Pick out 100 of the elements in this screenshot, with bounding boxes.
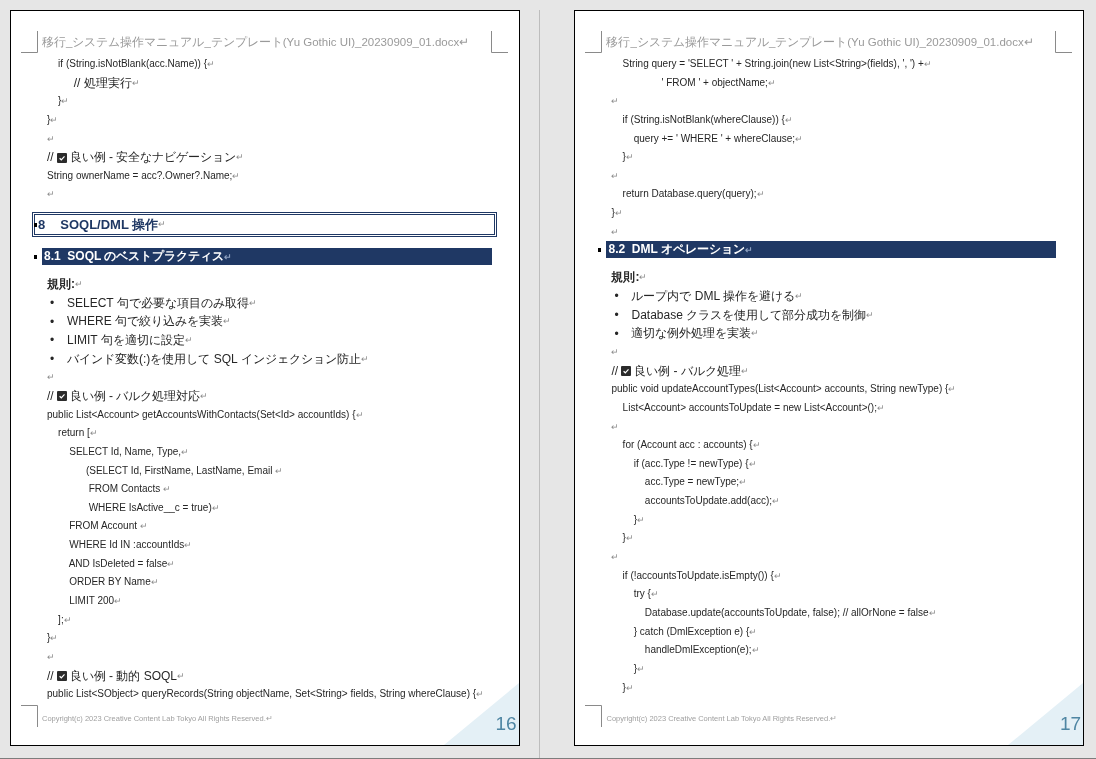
paragraph-marker bbox=[34, 223, 37, 228]
code-line: WHERE IsActive__c = true) bbox=[87, 500, 212, 515]
checkmark-icon bbox=[56, 152, 67, 163]
corner-mark bbox=[585, 705, 603, 727]
paragraph-mark: ↵ bbox=[740, 364, 749, 378]
paragraph-mark: ↵ bbox=[611, 420, 620, 434]
heading-number: 8 bbox=[38, 215, 46, 234]
code-line: acc.Type = newType; bbox=[643, 475, 740, 490]
corner-mark bbox=[585, 31, 603, 53]
code-line: } bbox=[611, 206, 615, 221]
paragraph-mark: ↵ bbox=[767, 76, 776, 90]
paragraph-mark: ↵ bbox=[139, 520, 148, 534]
paragraph-mark: ↵ bbox=[177, 669, 185, 681]
paragraph-mark: ↵ bbox=[61, 95, 70, 109]
paragraph-mark: ↵ bbox=[181, 445, 190, 459]
code-line: public List<SObject> queryRecords(String objectName, Set<String> fields, String whereClause) { bbox=[47, 687, 477, 702]
paragraph-mark: ↵ bbox=[232, 169, 241, 183]
paragraph-mark: ↵ bbox=[150, 576, 159, 590]
paragraph-mark: ↵ bbox=[114, 595, 123, 608]
bullet-mark: • bbox=[50, 295, 56, 313]
corner-mark bbox=[21, 705, 38, 727]
code-line: if (String.isNotBlank(acc.Name)) { bbox=[57, 57, 208, 71]
code-line: (SELECT Id, FirstName, LastName, Email bbox=[84, 463, 274, 478]
bullet-mark: • bbox=[614, 325, 620, 343]
code-line: } catch (DmlException e) { bbox=[632, 624, 750, 639]
paragraph-mark: ↵ bbox=[47, 132, 55, 146]
comment-text: 良い例 - バルク処理対応 bbox=[69, 387, 201, 405]
paragraph-mark: ↵ bbox=[866, 308, 875, 320]
paragraph-mark: ↵ bbox=[795, 132, 804, 146]
paragraph-mark: ↵ bbox=[923, 58, 932, 71]
code-line: } bbox=[621, 150, 626, 165]
bullet-mark: • bbox=[614, 307, 620, 324]
code-line: return Database.query(query); bbox=[621, 187, 757, 202]
bullet-mark: • bbox=[50, 351, 56, 368]
rules-label: 規則: bbox=[611, 269, 640, 287]
paragraph-mark: ↵ bbox=[236, 151, 245, 165]
code-line: } bbox=[632, 512, 638, 527]
corner-mark bbox=[1055, 31, 1073, 53]
paragraph-mark: ↵ bbox=[749, 625, 758, 639]
paragraph-mark: ↵ bbox=[611, 345, 620, 359]
paragraph-mark: ↵ bbox=[756, 188, 765, 202]
paragraph-mark: ↵ bbox=[611, 169, 620, 183]
code-line: Database.update(accountsToUpdate, false); // allOrNone = false bbox=[643, 605, 929, 620]
paragraph-mark: ↵ bbox=[275, 464, 284, 478]
code-line: query += ' WHERE ' + whereClause; bbox=[632, 131, 796, 146]
bullet-mark: • bbox=[50, 332, 56, 350]
comment-text: 良い例 - 安全なナビゲーション bbox=[69, 149, 237, 167]
list-item-text: 適切な例外処理を実装 bbox=[631, 325, 752, 343]
paragraph-mark: ↵ bbox=[650, 588, 659, 602]
paragraph-mark: ↵ bbox=[47, 371, 55, 385]
code-line: ' FROM ' + objectName; bbox=[660, 75, 768, 90]
paragraph-mark: ↵ bbox=[207, 58, 216, 71]
code-line: } bbox=[621, 531, 626, 546]
paragraph-mark: ↵ bbox=[248, 296, 257, 308]
code-line: } bbox=[47, 112, 51, 127]
paragraph-mark: ↵ bbox=[625, 532, 634, 546]
paragraph-mark: ↵ bbox=[772, 495, 781, 509]
paragraph-marker bbox=[34, 254, 37, 259]
code-line: List<Account> accountsToUpdate = new List<Account>(); bbox=[621, 400, 877, 415]
list-item-text: ループ内で DML 操作を避ける bbox=[631, 288, 796, 306]
code-line: String query = 'SELECT ' + String.join(new List<String>(fields), ', ') + bbox=[621, 57, 924, 71]
paragraph-mark: ↵ bbox=[751, 644, 760, 658]
section-heading-bar: 8.1 SOQL のベストプラクティス↵ bbox=[42, 248, 492, 266]
paragraph-mark: ↵ bbox=[795, 290, 804, 304]
section-heading-bar: 8.2 DML オペレーション↵ bbox=[606, 241, 1057, 259]
code-line: try { bbox=[632, 587, 651, 602]
code-line: AND IsDeleted = false bbox=[67, 556, 168, 571]
paragraph-mark: ↵ bbox=[50, 632, 59, 646]
code-line: SELECT Id, Name, Type, bbox=[68, 444, 182, 459]
code-line: WHERE Id IN :accountIds bbox=[68, 538, 185, 553]
paragraph-mark: ↵ bbox=[876, 401, 885, 415]
paragraph-mark: ↵ bbox=[637, 662, 646, 676]
page-header: 移行_システム操作マニュアル_テンプレート(Yu Gothic UI)_20230909_01.docx↵ bbox=[606, 36, 1034, 48]
paragraph-mark: ↵ bbox=[200, 389, 209, 401]
code-line: } bbox=[632, 661, 638, 676]
comment-prefix: // bbox=[611, 362, 619, 380]
page-number: 16 bbox=[495, 713, 517, 735]
code-line: accountsToUpdate.add(acc); bbox=[643, 494, 773, 509]
paragraph-mark: ↵ bbox=[614, 207, 623, 221]
code-line: String ownerName = acc?.Owner?.Name; bbox=[47, 168, 233, 183]
page-number: 17 bbox=[1059, 713, 1081, 735]
code-line: if (String.isNotBlank(whereClause)) { bbox=[621, 112, 785, 127]
bullet-mark: • bbox=[614, 288, 620, 306]
paragraph-mark: ↵ bbox=[63, 613, 72, 627]
comment-text: 良い例 - 動的 SOQL bbox=[69, 667, 177, 685]
code-line: FROM Account bbox=[68, 519, 139, 534]
paragraph-mark: ↵ bbox=[751, 328, 760, 341]
code-line: if (acc.Type != newType) { bbox=[632, 456, 749, 471]
paragraph-mark: ↵ bbox=[223, 316, 231, 329]
paragraph-mark: ↵ bbox=[47, 188, 55, 202]
checkmark-icon bbox=[56, 391, 67, 402]
paragraph-mark: ↵ bbox=[639, 271, 648, 285]
list-item-text: Database クラスを使用して部分成功を制御 bbox=[631, 306, 867, 324]
paragraph-mark: ↵ bbox=[211, 501, 220, 515]
code-line: } bbox=[621, 680, 626, 695]
checkmark-icon bbox=[621, 365, 632, 376]
code-line: for (Account acc : accounts) { bbox=[621, 438, 753, 453]
paragraph-mark: ↵ bbox=[739, 476, 748, 490]
checkmark-icon bbox=[56, 670, 67, 681]
paragraph-mark: ↵ bbox=[184, 335, 193, 348]
